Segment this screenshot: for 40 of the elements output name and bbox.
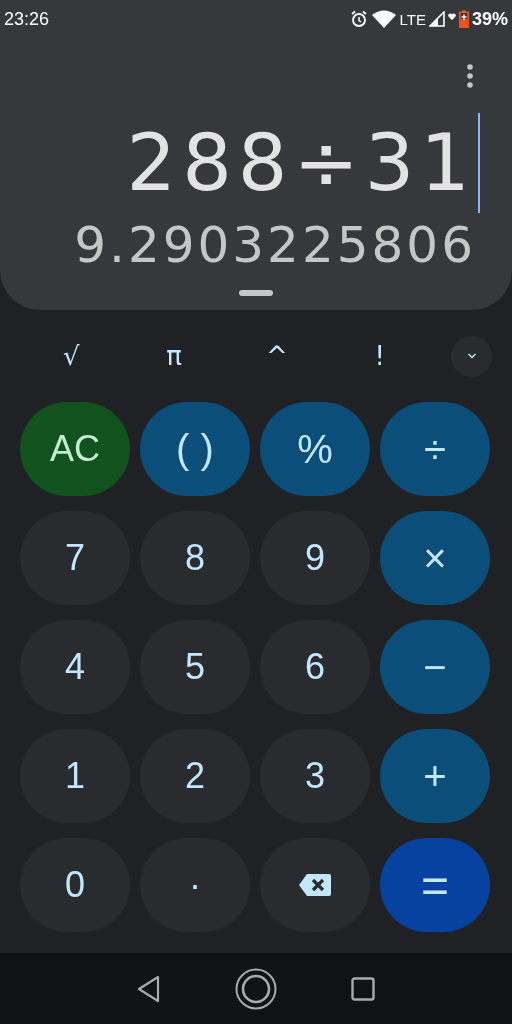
battery-percent: 39% — [471, 8, 508, 30]
drag-handle[interactable] — [239, 290, 273, 296]
clock-time: 23:26 — [4, 8, 50, 30]
expression-text[interactable]: 288÷31 — [126, 124, 476, 202]
recents-icon[interactable] — [351, 976, 375, 1001]
signal-icon — [428, 11, 445, 27]
operator-button[interactable]: × — [380, 511, 490, 605]
digit-button[interactable]: 8 — [140, 511, 250, 605]
chevron-down-icon — [466, 353, 477, 359]
operator-button[interactable]: ÷ — [380, 402, 490, 496]
digit-button[interactable]: 9 — [260, 511, 370, 605]
digit-button[interactable]: 7 — [20, 511, 130, 605]
heart-icon — [447, 12, 456, 21]
function-button[interactable]: ^ — [225, 336, 329, 376]
alarm-icon — [349, 10, 368, 28]
battery-icon — [458, 10, 469, 28]
operator-button[interactable]: % — [260, 402, 370, 496]
digit-button[interactable]: 4 — [20, 620, 130, 714]
digit-button[interactable]: 6 — [260, 620, 370, 714]
digit-button[interactable]: 1 — [20, 729, 130, 823]
operator-button[interactable]: − — [380, 620, 490, 714]
digit-button[interactable]: · — [140, 838, 250, 932]
digit-button[interactable]: 5 — [140, 620, 250, 714]
home-icon[interactable] — [235, 967, 277, 1010]
wifi-icon — [370, 9, 397, 29]
result-text: 9.2903225806 — [73, 220, 477, 270]
digit-button[interactable]: 2 — [140, 729, 250, 823]
operator-button[interactable]: ( ) — [140, 402, 250, 496]
network-type: LTE — [399, 10, 426, 28]
digit-button[interactable]: 0 — [20, 838, 130, 932]
back-icon[interactable] — [137, 974, 161, 1003]
function-button[interactable]: ! — [328, 336, 431, 376]
operator-button[interactable]: + — [380, 729, 490, 823]
more-options-icon[interactable] — [466, 64, 474, 88]
clear-button[interactable]: AC — [20, 402, 130, 496]
function-button[interactable]: √ — [20, 336, 123, 376]
digit-button[interactable]: 3 — [260, 729, 370, 823]
equals-button[interactable]: = — [380, 838, 490, 932]
backspace-icon — [298, 872, 332, 898]
function-button[interactable]: π — [122, 336, 226, 376]
